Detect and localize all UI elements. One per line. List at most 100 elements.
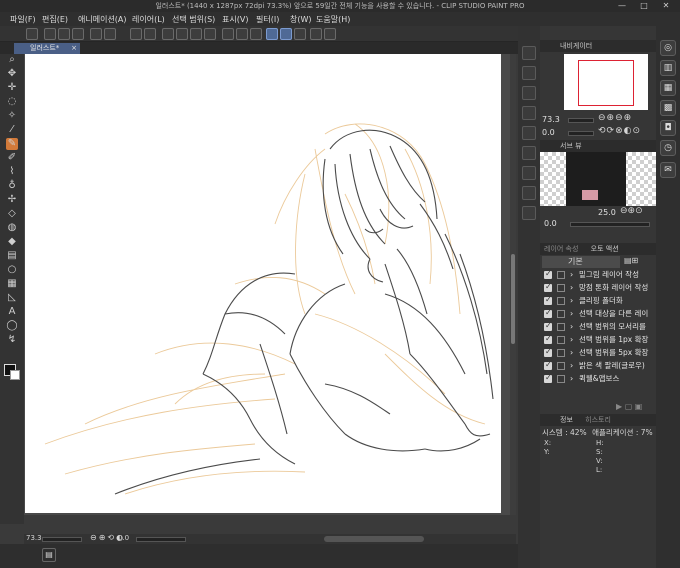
menu-window[interactable]: 창(W) — [290, 14, 312, 25]
angle-value[interactable]: 0.0 — [118, 534, 129, 542]
color-set-icon[interactable]: ▦ — [660, 80, 676, 96]
new-file-icon[interactable] — [44, 28, 56, 40]
canvas-area[interactable] — [24, 54, 516, 515]
navigator-angle-value[interactable]: 0.0 — [542, 128, 555, 137]
lasso-tool-icon[interactable]: ◌ — [6, 96, 18, 108]
subview-controls-icon[interactable]: ⊖⊕⊙ — [620, 206, 643, 216]
sub-color-swatch[interactable] — [10, 370, 20, 380]
action-set-buttons-icon[interactable]: ▤⊞ — [624, 256, 652, 268]
dock-icon-1[interactable] — [522, 46, 536, 60]
minimize-button[interactable]: — — [612, 0, 632, 12]
snap-special-icon[interactable] — [280, 28, 292, 40]
action-item[interactable]: ›퀵웰&앱보스 — [542, 373, 654, 385]
zoom-value[interactable]: 73.3 — [26, 534, 42, 542]
dock-icon-8[interactable] — [522, 186, 536, 200]
fill-icon[interactable] — [176, 28, 188, 40]
color-slider-icon[interactable]: ▥ — [660, 60, 676, 76]
document-tab[interactable]: 일러스트* × — [14, 43, 80, 54]
layer-property-tab[interactable]: 레이어 속성 — [544, 245, 578, 253]
redo-icon[interactable] — [144, 28, 156, 40]
subview-header[interactable]: 서브 뷰 — [540, 140, 656, 152]
frame-tool-icon[interactable]: ▦ — [6, 278, 18, 290]
move-tool-icon[interactable]: ✛ — [6, 82, 18, 94]
action-item[interactable]: ›선택 범위를 5px 확장 — [542, 347, 654, 359]
action-item[interactable]: ›클리핑 폴더화 — [542, 295, 654, 307]
eraser-tool-icon[interactable]: ◇ — [6, 208, 18, 220]
blend-tool-icon[interactable]: ◍ — [6, 222, 18, 234]
cloud-icon[interactable] — [90, 28, 102, 40]
navigator-zoom-slider[interactable] — [568, 118, 594, 123]
brush-tool-icon[interactable]: ⌇ — [6, 166, 18, 178]
navigator-viewport-frame[interactable] — [578, 60, 634, 106]
decoration-tool-icon[interactable]: ✢ — [6, 194, 18, 206]
gradient-tool-icon[interactable]: ▤ — [6, 250, 18, 262]
action-set-dropdown[interactable]: 기본 — [542, 256, 620, 268]
navigator-zoom-controls-icon[interactable]: ⊖⊕⊖⊕ — [598, 113, 632, 123]
clear-icon[interactable] — [162, 28, 174, 40]
correct-line-tool-icon[interactable]: ↯ — [6, 334, 18, 346]
action-item[interactable]: ›선택 대상을 다른 레이 — [542, 308, 654, 320]
subview-angle[interactable]: 0.0 — [544, 219, 557, 228]
clip-icon[interactable] — [104, 28, 116, 40]
dock-icon-7[interactable] — [522, 166, 536, 180]
action-item[interactable]: ›망점 톤화 레이어 작성 — [542, 282, 654, 294]
menu-view[interactable]: 표시(V) — [222, 14, 248, 25]
navigator-zoom-value[interactable]: 73.3 — [542, 115, 560, 124]
snap-grid-icon[interactable] — [294, 28, 306, 40]
action-item[interactable]: ›선택 범위의 모서리를 — [542, 321, 654, 333]
color-icon[interactable] — [310, 28, 322, 40]
history-tab[interactable]: 히스토리 — [585, 416, 611, 424]
deselect-icon[interactable] — [222, 28, 234, 40]
menu-help[interactable]: 도움말(H) — [316, 14, 350, 25]
dock-icon-6[interactable] — [522, 146, 536, 160]
invert-selection-icon[interactable] — [236, 28, 248, 40]
show-selection-icon[interactable] — [250, 28, 262, 40]
zoom-slider[interactable] — [42, 537, 82, 542]
open-icon[interactable] — [58, 28, 70, 40]
fill-tool-icon[interactable]: ◆ — [6, 236, 18, 248]
color-history-icon[interactable]: ◷ — [660, 140, 676, 156]
crop-icon[interactable] — [204, 28, 216, 40]
action-item[interactable]: ›밑그림 레이어 작성 — [542, 269, 654, 281]
horizontal-scrollbar[interactable] — [324, 536, 424, 542]
subview-value[interactable]: 25.0 — [598, 208, 616, 217]
angle-slider[interactable] — [136, 537, 186, 542]
home-icon[interactable] — [26, 28, 38, 40]
canvas[interactable] — [25, 54, 501, 513]
transform-icon[interactable] — [190, 28, 202, 40]
pen-tool-icon[interactable]: ✎ — [6, 138, 18, 150]
menu-layer[interactable]: 레이어(L) — [132, 14, 165, 25]
zoom-tool-icon[interactable]: ⌕ — [6, 54, 18, 66]
undo-icon[interactable] — [130, 28, 142, 40]
approximate-color-icon[interactable]: ◘ — [660, 120, 676, 136]
vertical-scrollbar[interactable] — [510, 54, 516, 515]
dock-icon-9[interactable] — [522, 206, 536, 220]
save-icon[interactable] — [72, 28, 84, 40]
menu-file[interactable]: 파일(F) — [10, 14, 36, 25]
action-item[interactable]: ›선택 범위를 1px 확장 — [542, 334, 654, 346]
vertical-scroll-thumb[interactable] — [511, 254, 515, 344]
dock-icon-5[interactable] — [522, 126, 536, 140]
subview-angle-slider[interactable] — [570, 222, 650, 227]
navigator-angle-slider[interactable] — [568, 131, 594, 136]
timeline-icon[interactable]: ▤ — [42, 548, 56, 562]
close-window-button[interactable]: ✕ — [656, 0, 676, 12]
auto-action-tab[interactable]: 오토 액션 — [591, 245, 619, 253]
ruler-tool-icon[interactable]: ◺ — [6, 292, 18, 304]
hand-tool-icon[interactable]: ✥ — [6, 68, 18, 80]
menu-animation[interactable]: 애니메이션(A) — [78, 14, 127, 25]
balloon-tool-icon[interactable]: ◯ — [6, 320, 18, 332]
navigator-header[interactable]: 내비게이터 — [540, 40, 656, 52]
pencil-tool-icon[interactable]: ✐ — [6, 152, 18, 164]
menu-edit[interactable]: 편집(E) — [42, 14, 68, 25]
dock-icon-3[interactable] — [522, 86, 536, 100]
dock-icon-4[interactable] — [522, 106, 536, 120]
close-tab-icon[interactable]: × — [71, 43, 77, 54]
eyedropper-icon[interactable]: ⁄ — [6, 124, 18, 136]
figure-tool-icon[interactable]: ○ — [6, 264, 18, 276]
action-controls-icon[interactable]: ▶ ▢ ▣ — [616, 402, 654, 412]
info-tab[interactable]: 정보 — [560, 416, 573, 424]
menu-filter[interactable]: 필터(I) — [256, 14, 279, 25]
subview-reference-image[interactable] — [540, 152, 656, 206]
maximize-button[interactable]: □ — [634, 0, 654, 12]
